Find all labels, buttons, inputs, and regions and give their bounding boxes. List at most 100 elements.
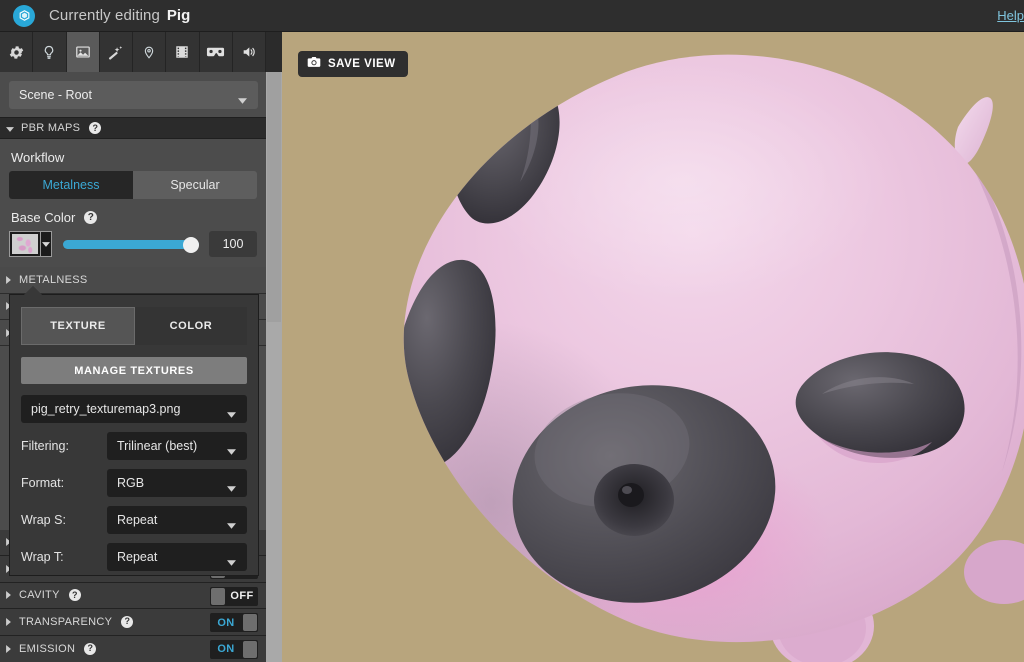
texture-color-tab-group: TEXTURE COLOR (21, 307, 247, 345)
pig-right-ear (954, 97, 993, 165)
base-color-label-text: Base Color (11, 210, 76, 225)
toggle-state: ON (217, 616, 235, 629)
chevron-down-icon (227, 518, 236, 532)
workflow-option-metalness[interactable]: Metalness (9, 171, 133, 199)
vr-tool-button[interactable] (199, 32, 233, 72)
help-icon[interactable]: ? (68, 589, 81, 602)
row-label: TRANSPARENCY (19, 615, 113, 628)
cube-logo-icon[interactable] (13, 4, 35, 27)
toggle-transparency[interactable]: ON (210, 613, 258, 632)
wrap-s-select[interactable]: Repeat (107, 506, 247, 534)
workflow-toggle-group: Metalness Specular (9, 171, 257, 199)
map-row-transparency[interactable]: TRANSPARENCY ? ON (0, 609, 266, 636)
help-link[interactable]: Help (997, 8, 1024, 23)
map-row-emission[interactable]: EMISSION ? ON (0, 635, 266, 662)
chevron-right-icon (6, 613, 11, 631)
map-row-cavity[interactable]: CAVITY ? OFF (0, 582, 266, 609)
scene-select-wrapper: Scene - Root (0, 72, 266, 117)
editing-prefix-label: Currently editing (49, 7, 160, 24)
settings-tool-button[interactable] (0, 32, 34, 72)
base-color-texture-swatch[interactable] (9, 231, 41, 257)
base-color-dropdown-toggle[interactable] (41, 231, 52, 257)
base-color-intensity-input[interactable]: 100 (209, 231, 257, 257)
toggle-knob (243, 614, 257, 631)
row-label: EMISSION (19, 642, 76, 655)
workflow-label: Workflow (9, 139, 257, 171)
chevron-right-icon (6, 640, 11, 658)
help-icon[interactable]: ? (84, 211, 98, 224)
toggle-state: OFF (230, 590, 254, 602)
3d-viewport[interactable]: SAVE VIEW (282, 32, 1024, 662)
section-header-pbr-maps[interactable]: PBR MAPS ? (0, 117, 266, 139)
texture-thumbnail (12, 234, 38, 254)
lighting-tool-button[interactable] (33, 32, 67, 72)
tool-icon-toolbar (0, 32, 266, 72)
filtering-label: Filtering: (21, 439, 69, 453)
tab-color[interactable]: COLOR (135, 307, 247, 345)
top-bar: Currently editing Pig Help (0, 0, 1024, 32)
scene-select-value: Scene - Root (19, 88, 92, 102)
filtering-row: Filtering: Trilinear (best) (21, 432, 247, 460)
pig-3d-model[interactable] (282, 32, 1024, 662)
workflow-label-text: Workflow (11, 150, 65, 165)
effects-tool-button[interactable] (99, 32, 133, 72)
texture-file-value: pig_retry_texturemap3.png (31, 402, 181, 416)
left-properties-panel: Scene - Root PBR MAPS ? Workflow Metalne… (0, 32, 266, 662)
toggle-emission[interactable]: ON (210, 639, 258, 659)
chevron-down-icon (227, 481, 236, 495)
pig-rear-leg (964, 540, 1024, 604)
save-view-button[interactable]: SAVE VIEW (298, 51, 408, 77)
row-label: METALNESS (19, 273, 88, 286)
panel-scrollbar-thumb[interactable] (267, 72, 281, 322)
popup-arrow (24, 286, 42, 295)
help-icon[interactable]: ? (121, 615, 134, 628)
filtering-value: Trilinear (best) (117, 439, 198, 453)
chevron-down-icon (227, 555, 236, 569)
format-value: RGB (117, 476, 145, 490)
chevron-right-icon (6, 586, 11, 604)
annotations-tool-button[interactable] (133, 32, 167, 72)
texture-file-select[interactable]: pig_retry_texturemap3.png (21, 395, 247, 423)
tab-texture[interactable]: TEXTURE (21, 307, 135, 345)
help-icon[interactable]: ? (89, 122, 102, 134)
format-label: Format: (21, 476, 65, 490)
help-icon[interactable]: ? (84, 642, 97, 655)
chevron-down-icon (227, 407, 236, 421)
base-color-label: Base Color ? (9, 199, 257, 231)
wrap-s-label: Wrap S: (21, 513, 66, 527)
chevron-down-icon (238, 93, 247, 107)
base-color-intensity-slider[interactable] (63, 231, 199, 257)
scene-select[interactable]: Scene - Root (9, 81, 258, 109)
chevron-right-icon (6, 271, 11, 289)
wrap-t-value: Repeat (117, 550, 158, 564)
materials-tool-button[interactable] (66, 32, 100, 72)
camera-icon (307, 55, 321, 73)
toggle-cavity[interactable]: OFF (210, 586, 258, 606)
base-color-row: 100 (9, 231, 257, 257)
workflow-option-specular[interactable]: Specular (133, 171, 257, 199)
wrap-s-value: Repeat (117, 513, 158, 527)
toggle-knob (243, 640, 257, 658)
editing-model-name: Pig (166, 7, 191, 24)
format-row: Format: RGB (21, 469, 247, 497)
wrap-s-row: Wrap S: Repeat (21, 506, 247, 534)
toggle-state: ON (217, 643, 235, 655)
row-label: CAVITY (19, 589, 60, 602)
animation-tool-button[interactable] (166, 32, 200, 72)
save-view-label: SAVE VIEW (328, 58, 396, 70)
wrap-t-row: Wrap T: Repeat (21, 543, 247, 571)
texture-settings-popup: TEXTURE COLOR MANAGE TEXTURES pig_retry_… (9, 286, 259, 576)
chevron-down-icon (227, 444, 236, 458)
chevron-down-icon (6, 119, 14, 137)
panel-scrollbar[interactable] (266, 72, 282, 662)
format-select[interactable]: RGB (107, 469, 247, 497)
toggle-knob (211, 587, 225, 605)
slider-knob[interactable] (183, 237, 199, 253)
wrap-t-select[interactable]: Repeat (107, 543, 247, 571)
manage-textures-button[interactable]: MANAGE TEXTURES (21, 357, 247, 384)
section-title: PBR MAPS (21, 122, 81, 134)
pbr-maps-body: Workflow Metalness Specular Base Color ?… (0, 139, 266, 257)
wrap-t-label: Wrap T: (21, 550, 64, 564)
sound-tool-button[interactable] (232, 32, 266, 72)
filtering-select[interactable]: Trilinear (best) (107, 432, 247, 460)
